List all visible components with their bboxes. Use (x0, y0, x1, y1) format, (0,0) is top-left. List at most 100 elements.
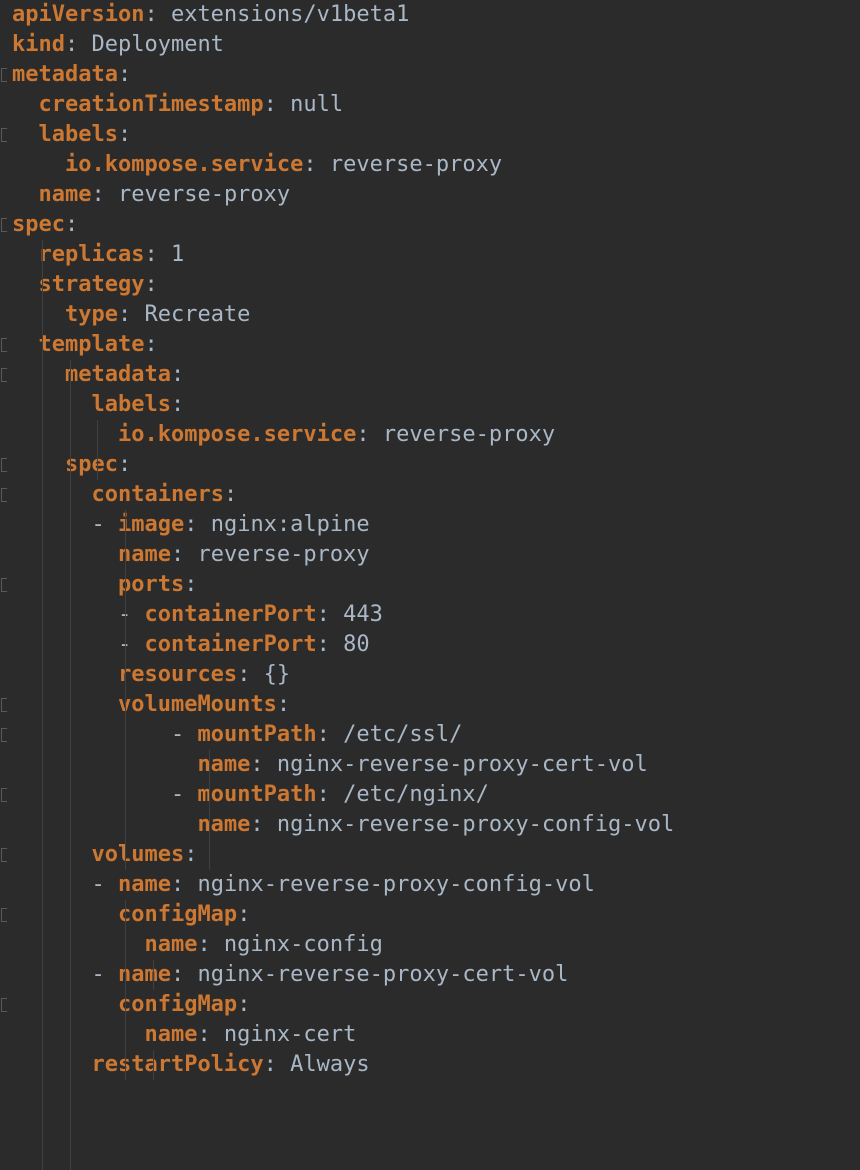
yaml-value: reverse-proxy (184, 542, 370, 567)
yaml-key: apiVersion (12, 2, 145, 27)
yaml-value: /etc/nginx/ (329, 782, 489, 807)
yaml-colon: : (223, 482, 238, 507)
yaml-colon: : (184, 572, 198, 597)
code-line[interactable]: labels: (12, 120, 132, 150)
fold-marker-icon[interactable] (1, 788, 7, 802)
yaml-key: kind (12, 32, 65, 57)
yaml-key: containers (91, 482, 224, 507)
code-line[interactable]: ports: (12, 570, 197, 600)
fold-marker-icon[interactable] (1, 338, 7, 352)
fold-marker-icon[interactable] (1, 998, 7, 1012)
yaml-key: creationTimestamp (38, 92, 264, 117)
code-line[interactable]: io.kompose.service: reverse-proxy (12, 420, 555, 450)
code-line[interactable]: name: reverse-proxy (12, 540, 370, 570)
yaml-colon: : (303, 152, 317, 177)
yaml-colon: : (197, 932, 211, 957)
yaml-value: {} (250, 662, 291, 687)
code-line[interactable]: name: nginx-config (12, 930, 383, 960)
fold-marker-icon[interactable] (1, 368, 7, 382)
fold-marker-icon[interactable] (1, 68, 7, 82)
yaml-colon: : (170, 362, 185, 387)
list-dash: - (170, 722, 198, 747)
code-line[interactable]: volumes: (12, 840, 197, 870)
code-line[interactable]: name: nginx-reverse-proxy-cert-vol (12, 750, 647, 780)
yaml-colon: : (316, 722, 330, 747)
code-editor[interactable]: apiVersion: extensions/v1beta1 kind: Depl… (0, 0, 860, 1170)
fold-marker-icon[interactable] (1, 458, 7, 472)
yaml-colon: : (184, 512, 198, 537)
indent-guide (153, 960, 154, 990)
fold-marker-icon[interactable] (1, 728, 7, 742)
yaml-key: labels (38, 122, 118, 147)
fold-marker-icon[interactable] (1, 848, 7, 862)
fold-marker-icon[interactable] (1, 698, 7, 712)
yaml-key: resources (117, 662, 238, 687)
yaml-key: mountPath (197, 782, 317, 807)
code-line[interactable]: restartPolicy: Always (12, 1050, 369, 1080)
code-line[interactable]: io.kompose.service: reverse-proxy (12, 150, 502, 180)
code-line[interactable]: name: nginx-reverse-proxy-config-vol (12, 810, 674, 840)
yaml-colon: : (263, 92, 277, 117)
yaml-key: type (64, 302, 118, 327)
yaml-key: volumeMounts (117, 692, 277, 717)
code-line[interactable]: name: reverse-proxy (12, 180, 291, 210)
code-line[interactable]: configMap: (12, 900, 250, 930)
code-line[interactable]: name: nginx-cert (12, 1020, 356, 1050)
indent-guide (208, 750, 210, 810)
code-line[interactable]: - name: nginx-reverse-proxy-config-vol (12, 870, 594, 900)
fold-marker-icon[interactable] (1, 218, 7, 232)
yaml-value: 80 (329, 632, 370, 657)
code-line[interactable]: - image: nginx:alpine (12, 510, 369, 540)
yaml-colon: : (117, 122, 132, 147)
yaml-key: strategy (38, 272, 145, 297)
fold-gutter[interactable] (0, 0, 12, 1148)
yaml-key: io.kompose.service (64, 152, 304, 177)
indent-guide (125, 900, 127, 990)
yaml-key: image (117, 512, 185, 537)
code-line[interactable]: metadata: (12, 360, 184, 390)
code-line[interactable]: volumeMounts: (12, 690, 290, 720)
code-line[interactable]: spec: (12, 450, 131, 480)
yaml-key: ports (117, 572, 185, 597)
yaml-value: nginx-config (210, 932, 383, 957)
code-line[interactable]: - containerPort: 443 (12, 600, 383, 630)
code-line[interactable]: containers: (12, 480, 237, 510)
yaml-key: name (117, 872, 171, 897)
yaml-colon: : (184, 842, 198, 867)
yaml-key: volumes (91, 842, 185, 867)
code-line[interactable]: replicas: 1 (12, 240, 185, 270)
code-line[interactable]: type: Recreate (12, 300, 250, 330)
yaml-value: nginx-reverse-proxy-cert-vol (184, 962, 569, 987)
code-line[interactable]: - mountPath: /etc/nginx/ (12, 780, 489, 810)
code-line[interactable]: kind: Deployment (12, 30, 224, 60)
yaml-colon: : (316, 602, 330, 627)
yaml-value: reverse-proxy (316, 152, 503, 177)
fold-marker-icon[interactable] (1, 578, 7, 592)
yaml-colon: : (170, 392, 185, 417)
fold-marker-icon[interactable] (1, 488, 7, 502)
code-line[interactable]: template: (12, 330, 158, 360)
code-line[interactable]: resources: {} (12, 660, 290, 690)
code-line[interactable]: configMap: (12, 990, 250, 1020)
indent-guide (125, 990, 127, 1080)
yaml-colon: : (250, 752, 264, 777)
yaml-value: extensions/v1beta1 (157, 2, 410, 27)
code-line[interactable]: - name: nginx-reverse-proxy-cert-vol (12, 960, 568, 990)
yaml-key: name (197, 812, 251, 837)
fold-marker-icon[interactable] (1, 128, 7, 142)
code-line[interactable]: metadata: (12, 60, 131, 90)
yaml-key: configMap (117, 992, 238, 1017)
code-line[interactable]: creationTimestamp: null (12, 90, 344, 120)
indent-guide (69, 1080, 71, 1170)
fold-marker-icon[interactable] (1, 908, 7, 922)
code-line[interactable]: spec: (12, 210, 78, 240)
code-line[interactable]: strategy: (12, 270, 158, 300)
yaml-colon: : (316, 782, 330, 807)
code-line[interactable]: - mountPath: /etc/ssl/ (12, 720, 462, 750)
code-line[interactable]: - containerPort: 80 (12, 630, 370, 660)
yaml-key: configMap (117, 902, 238, 927)
list-dash: - (91, 512, 118, 537)
code-line[interactable]: apiVersion: extensions/v1beta1 (12, 0, 409, 30)
code-line[interactable]: labels: (12, 390, 184, 420)
code-area[interactable]: apiVersion: extensions/v1beta1 kind: Depl… (12, 0, 860, 1148)
